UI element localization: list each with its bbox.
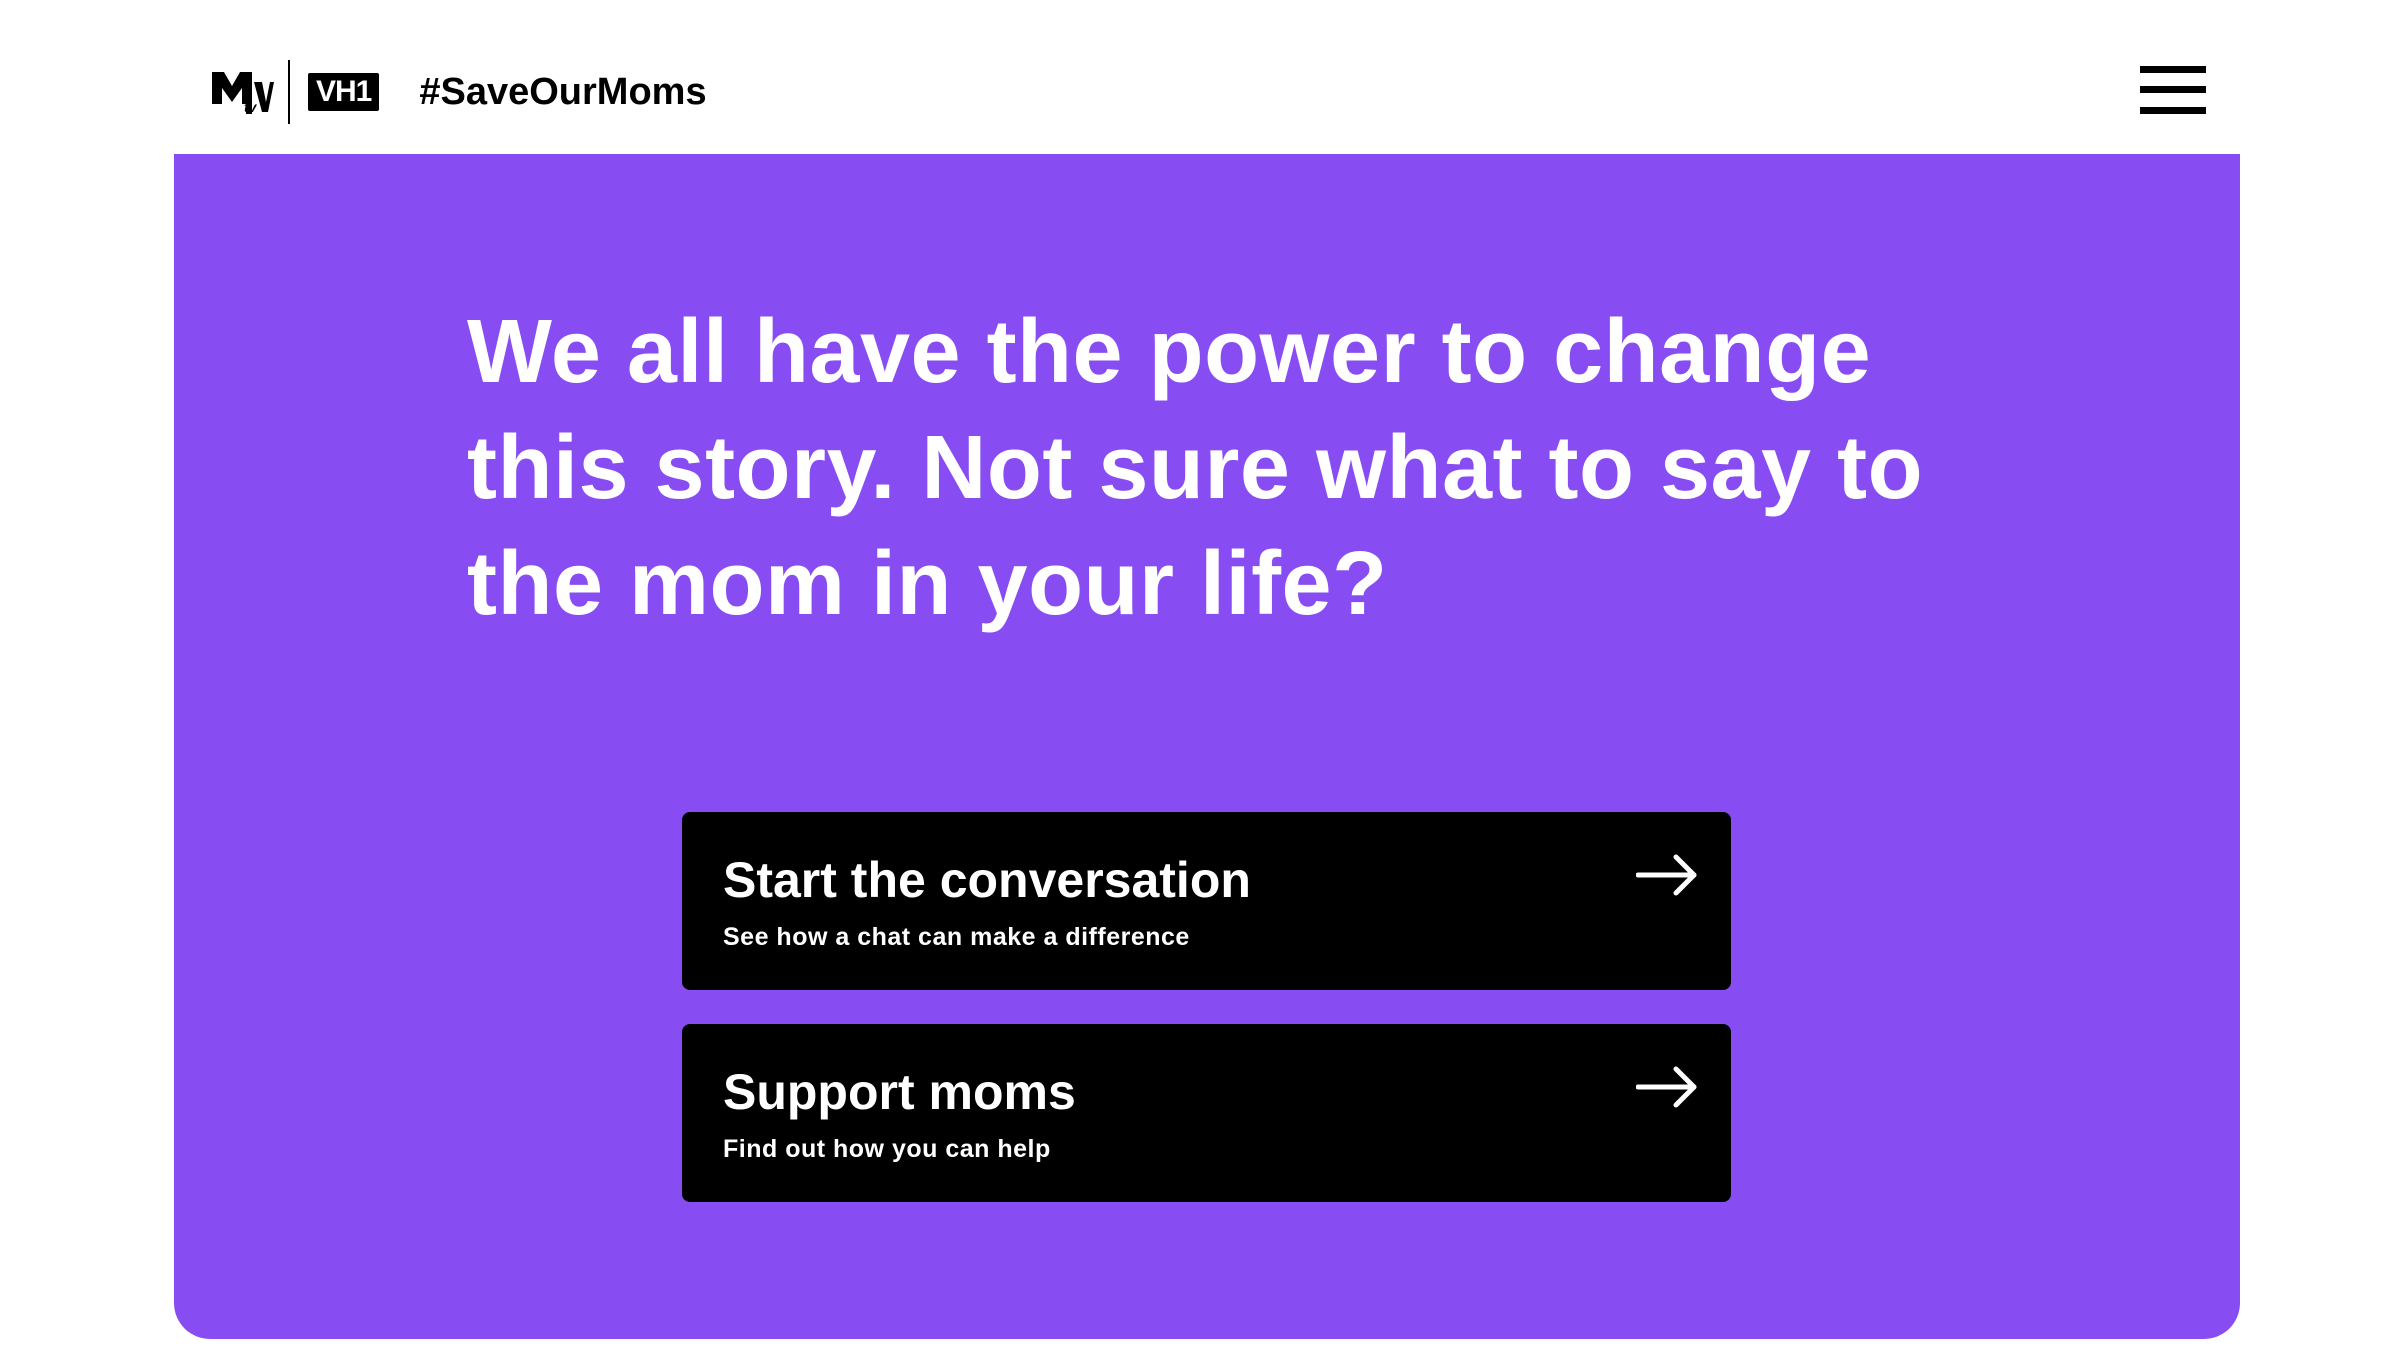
cta-title: Support moms [723, 1064, 1076, 1120]
arrow-right-icon [1635, 1066, 1698, 1108]
vh1-logo[interactable]: VH1 [308, 73, 380, 111]
campaign-hashtag[interactable]: #SaveOurMoms [419, 71, 706, 114]
cta-subtitle: Find out how you can help [723, 1135, 1051, 1163]
cta-subtitle: See how a chat can make a difference [723, 923, 1190, 951]
svg-text:tv: tv [244, 99, 258, 114]
cta-title: Start the conversation [723, 852, 1251, 908]
hero-panel: We all have the power to change this sto… [174, 154, 2240, 1339]
menu-bar-top [2140, 66, 2206, 73]
arrow-right-icon [1635, 854, 1698, 896]
start-conversation-button[interactable]: Start the conversation See how a chat ca… [682, 812, 1731, 990]
support-moms-button[interactable]: Support moms Find out how you can help [682, 1024, 1731, 1202]
menu-bar-middle [2140, 86, 2206, 93]
hamburger-menu-icon[interactable] [2140, 66, 2206, 114]
page: tv VH1 #SaveOurMoms We all have the powe… [0, 0, 2400, 1366]
brand-logos: tv VH1 #SaveOurMoms [212, 60, 707, 124]
logo-divider [288, 60, 290, 124]
site-header: tv VH1 #SaveOurMoms [0, 0, 2400, 154]
mtv-logo[interactable]: tv [212, 70, 274, 115]
menu-bar-bottom [2140, 107, 2206, 114]
hero-headline: We all have the power to change this sto… [467, 302, 1924, 634]
